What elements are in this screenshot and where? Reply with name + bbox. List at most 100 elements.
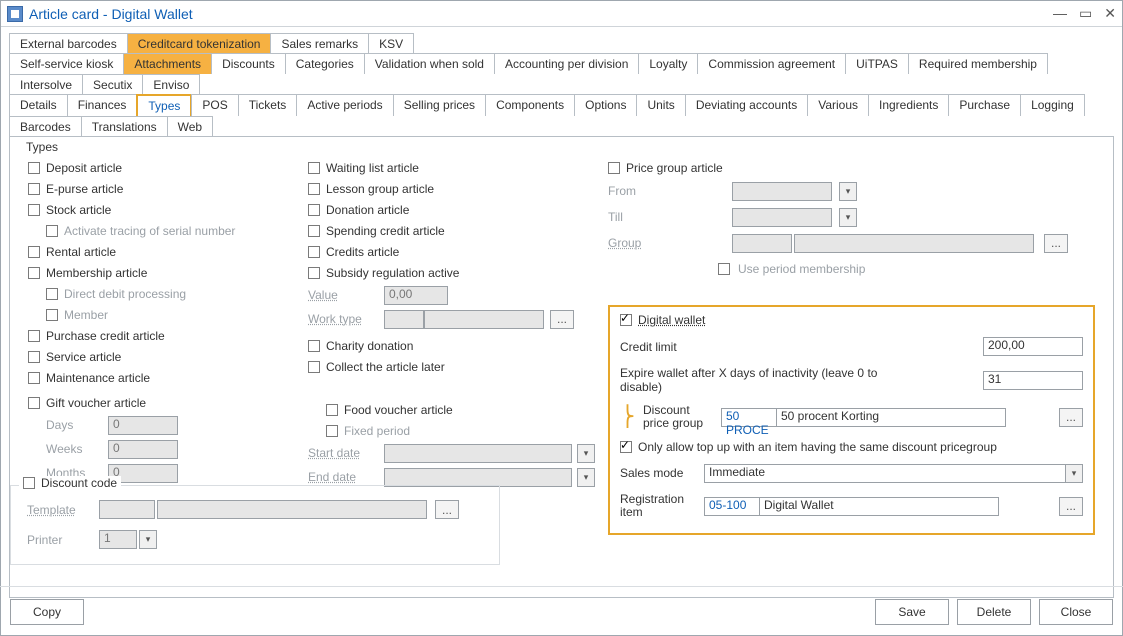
- sales-mode-dropdown[interactable]: ▾: [1065, 464, 1083, 483]
- membership-label: Membership article: [46, 266, 147, 280]
- collect-later-checkbox[interactable]: [308, 361, 320, 373]
- credits-label: Credits article: [326, 245, 399, 259]
- expire-input[interactable]: 31: [983, 371, 1083, 390]
- charity-checkbox[interactable]: [308, 340, 320, 352]
- copy-button[interactable]: Copy: [10, 599, 84, 625]
- tab-various[interactable]: Various: [807, 94, 869, 116]
- window-title: Article card - Digital Wallet: [29, 6, 193, 22]
- discount-desc-input[interactable]: 50 procent Korting: [776, 408, 1006, 427]
- tab-finances[interactable]: Finances: [67, 94, 138, 116]
- tab-types[interactable]: Types: [136, 94, 192, 116]
- food-voucher-label: Food voucher article: [344, 403, 453, 417]
- discount-code-input[interactable]: 50 PROCE: [721, 408, 777, 427]
- tab-deviating-accounts[interactable]: Deviating accounts: [685, 94, 808, 116]
- waiting-list-label: Waiting list article: [326, 161, 419, 175]
- tab-units[interactable]: Units: [636, 94, 685, 116]
- maximize-button[interactable]: ▭: [1079, 5, 1092, 22]
- epurse-checkbox[interactable]: [28, 183, 40, 195]
- end-date-label: End date: [308, 470, 378, 484]
- tab-ingredients[interactable]: Ingredients: [868, 94, 949, 116]
- purchase-credit-label: Purchase credit article: [46, 329, 165, 343]
- tab-barcodes[interactable]: Barcodes: [9, 116, 82, 137]
- sales-mode-label: Sales mode: [620, 467, 698, 480]
- tab-active-periods[interactable]: Active periods: [296, 94, 393, 116]
- tab-web[interactable]: Web: [167, 116, 213, 137]
- discount-code-checkbox[interactable]: [23, 477, 35, 489]
- maintenance-label: Maintenance article: [46, 371, 150, 385]
- start-date-input: [384, 444, 572, 463]
- stock-checkbox[interactable]: [28, 204, 40, 216]
- registration-code-input[interactable]: 05-100: [704, 497, 760, 516]
- sales-mode-select[interactable]: Immediate: [704, 464, 1066, 483]
- tab-commission-agreement[interactable]: Commission agreement: [697, 53, 846, 74]
- from-dropdown: ▾: [839, 182, 857, 201]
- tab-enviso[interactable]: Enviso: [142, 74, 200, 95]
- tab-secutix[interactable]: Secutix: [82, 74, 143, 95]
- tab-details[interactable]: Details: [9, 94, 68, 116]
- only-allow-topup-checkbox[interactable]: [620, 441, 632, 453]
- tab-external-barcodes[interactable]: External barcodes: [9, 33, 128, 54]
- price-group-checkbox[interactable]: [608, 162, 620, 174]
- till-label: Till: [608, 210, 656, 224]
- food-voucher-checkbox[interactable]: [326, 404, 338, 416]
- tab-tickets[interactable]: Tickets: [238, 94, 298, 116]
- tab-uitpas[interactable]: UiTPAS: [845, 53, 909, 74]
- tab-accounting-per-division[interactable]: Accounting per division: [494, 53, 639, 74]
- rental-checkbox[interactable]: [28, 246, 40, 258]
- digital-wallet-checkbox[interactable]: [620, 314, 632, 326]
- subsidy-checkbox[interactable]: [308, 267, 320, 279]
- tab-loyalty[interactable]: Loyalty: [638, 53, 698, 74]
- tab-components[interactable]: Components: [485, 94, 575, 116]
- tab-validation-when-sold[interactable]: Validation when sold: [364, 53, 495, 74]
- tab-options[interactable]: Options: [574, 94, 637, 116]
- activate-tracing-label: Activate tracing of serial number: [64, 224, 235, 238]
- purchase-credit-checkbox[interactable]: [28, 330, 40, 342]
- close-button[interactable]: Close: [1039, 599, 1113, 625]
- discount-browse-button[interactable]: ...: [1059, 408, 1083, 427]
- tab-sales-remarks[interactable]: Sales remarks: [270, 33, 369, 54]
- value-input: 0,00: [384, 286, 448, 305]
- minimize-button[interactable]: —: [1053, 5, 1067, 22]
- donation-checkbox[interactable]: [308, 204, 320, 216]
- epurse-label: E-purse article: [46, 182, 123, 196]
- tab-categories[interactable]: Categories: [285, 53, 365, 74]
- start-date-label: Start date: [308, 446, 378, 460]
- tab-purchase[interactable]: Purchase: [948, 94, 1021, 116]
- tab-ksv[interactable]: KSV: [368, 33, 414, 54]
- tab-creditcard-tokenization[interactable]: Creditcard tokenization: [127, 33, 272, 54]
- group-browse-button[interactable]: ...: [1044, 234, 1068, 253]
- tab-required-membership[interactable]: Required membership: [908, 53, 1048, 74]
- tab-logging[interactable]: Logging: [1020, 94, 1085, 116]
- deposit-checkbox[interactable]: [28, 162, 40, 174]
- tab-selling-prices[interactable]: Selling prices: [393, 94, 486, 116]
- weeks-input: 0: [108, 440, 178, 459]
- waiting-list-checkbox[interactable]: [308, 162, 320, 174]
- lesson-group-label: Lesson group article: [326, 182, 434, 196]
- tab-translations[interactable]: Translations: [81, 116, 168, 137]
- lesson-group-checkbox[interactable]: [308, 183, 320, 195]
- fixed-period-checkbox: [326, 425, 338, 437]
- registration-desc-input[interactable]: Digital Wallet: [759, 497, 999, 516]
- tab-pos[interactable]: POS: [191, 94, 238, 116]
- tab-self-service-kiosk[interactable]: Self-service kiosk: [9, 53, 124, 74]
- delete-button[interactable]: Delete: [957, 599, 1031, 625]
- tab-attachments[interactable]: Attachments: [123, 53, 212, 74]
- registration-item-label: Registration item: [620, 493, 698, 519]
- service-checkbox[interactable]: [28, 351, 40, 363]
- membership-checkbox[interactable]: [28, 267, 40, 279]
- credits-checkbox[interactable]: [308, 246, 320, 258]
- gift-voucher-checkbox[interactable]: [28, 397, 40, 409]
- tab-discounts[interactable]: Discounts: [211, 53, 286, 74]
- group-code-input: [732, 234, 792, 253]
- close-window-button[interactable]: ✕: [1104, 5, 1116, 22]
- registration-browse-button[interactable]: ...: [1059, 497, 1083, 516]
- worktype-browse-button[interactable]: ...: [550, 310, 574, 329]
- template-browse-button[interactable]: ...: [435, 500, 459, 519]
- credit-limit-input[interactable]: 200,00: [983, 337, 1083, 356]
- deposit-label: Deposit article: [46, 161, 122, 175]
- tab-intersolve[interactable]: Intersolve: [9, 74, 83, 95]
- save-button[interactable]: Save: [875, 599, 949, 625]
- maintenance-checkbox[interactable]: [28, 372, 40, 384]
- spending-credit-checkbox[interactable]: [308, 225, 320, 237]
- collect-later-label: Collect the article later: [326, 360, 445, 374]
